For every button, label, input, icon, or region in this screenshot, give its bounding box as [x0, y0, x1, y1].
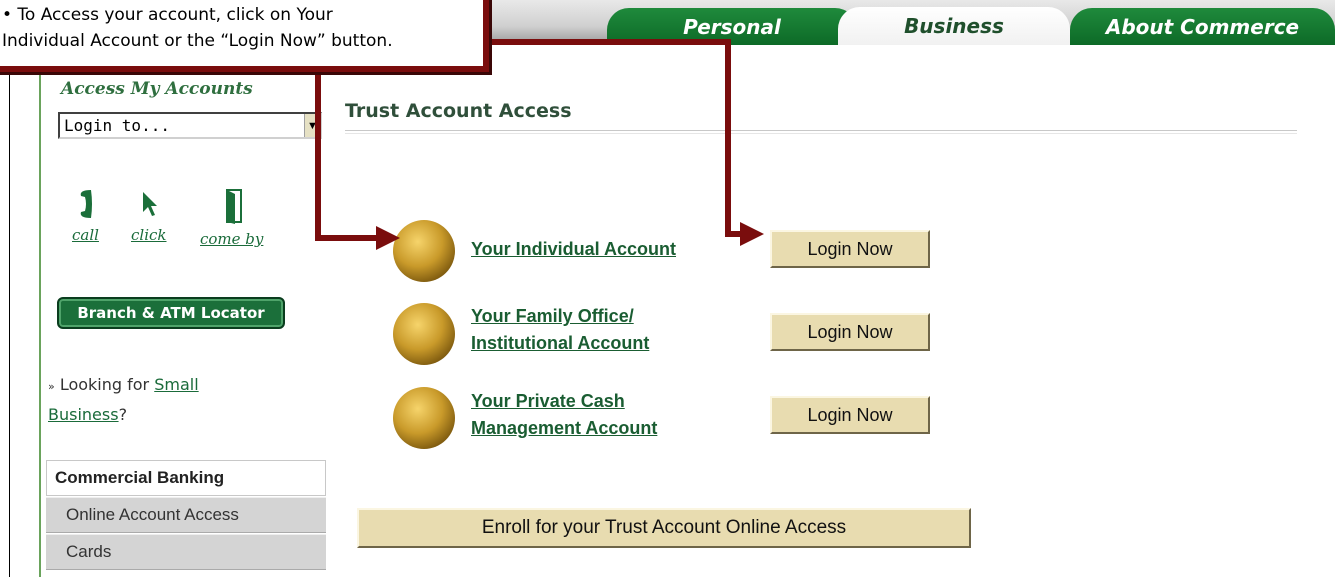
annotation-callout: • To Access your account, click on Your …: [0, 0, 489, 72]
annotation-text: • To Access your account, click on Your …: [2, 5, 393, 51]
small-business-link-2[interactable]: Business: [48, 405, 119, 424]
enroll-trust-online-button[interactable]: Enroll for your Trust Account Online Acc…: [357, 508, 971, 548]
call-link[interactable]: call: [72, 226, 99, 244]
tab-business[interactable]: Business: [838, 7, 1070, 45]
door-icon: [225, 189, 242, 224]
left-border: [9, 45, 10, 577]
family-office-account-link[interactable]: Your Family Office/Institutional Account: [471, 303, 649, 357]
tab-about-commerce[interactable]: About Commerce: [1070, 8, 1335, 45]
tab-personal[interactable]: Personal: [607, 8, 857, 45]
phone-icon: [81, 190, 93, 218]
login-now-button-family-office[interactable]: Login Now: [770, 313, 930, 351]
arrow-head-icon: [740, 222, 764, 246]
cursor-icon: [142, 192, 157, 216]
small-business-prompt: » Looking for Small Business?: [48, 375, 199, 424]
title-divider: [345, 130, 1297, 134]
coin-icon: [393, 220, 455, 282]
login-select-value: Login to...: [64, 116, 170, 135]
login-select[interactable]: Login to... ▼: [58, 112, 322, 139]
commercial-banking-heading: Commercial Banking: [46, 460, 326, 496]
coin-icon: [393, 303, 455, 365]
raquo-icon: »: [48, 380, 55, 393]
chevron-down-icon[interactable]: ▼: [304, 114, 320, 137]
sidebar-item-online-account-access[interactable]: Online Account Access: [46, 497, 326, 533]
come-by-link[interactable]: come by: [200, 230, 263, 248]
branch-atm-locator-button[interactable]: Branch & ATM Locator: [57, 297, 285, 329]
sidebar-border: [39, 45, 41, 577]
page-title: Trust Account Access: [345, 100, 572, 122]
contact-come-by[interactable]: come by: [200, 188, 263, 248]
contact-click[interactable]: click: [131, 188, 167, 244]
login-now-button-individual[interactable]: Login Now: [770, 230, 930, 268]
click-link[interactable]: click: [131, 226, 167, 244]
small-business-link[interactable]: Small: [154, 375, 198, 394]
individual-account-link[interactable]: Your Individual Account: [471, 236, 676, 263]
access-accounts-title: Access My Accounts: [61, 79, 253, 99]
login-now-button-private-cash[interactable]: Login Now: [770, 396, 930, 434]
private-cash-account-link[interactable]: Your Private Cash Management Account: [471, 388, 657, 442]
contact-call[interactable]: call: [72, 188, 99, 244]
coin-icon: [393, 387, 455, 449]
sidebar-item-cards[interactable]: Cards: [46, 534, 326, 570]
